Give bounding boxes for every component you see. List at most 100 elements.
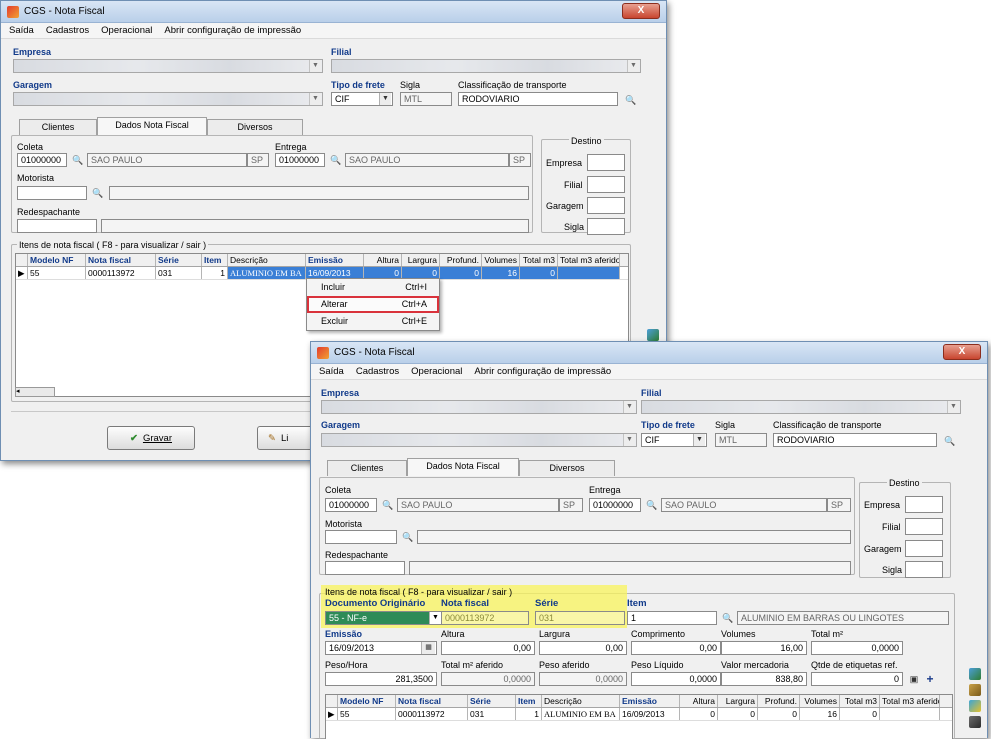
col-altura[interactable]: Altura	[680, 695, 718, 707]
filial-select[interactable]: ▼	[331, 59, 641, 73]
tab-diversos[interactable]: Diversos	[519, 460, 615, 476]
destino-sigla-field[interactable]	[905, 561, 943, 578]
tab-dados-nota-fiscal[interactable]: Dados Nota Fiscal	[97, 117, 207, 135]
binoculars-icon[interactable]: 🔍	[943, 434, 957, 448]
destino-empresa-field[interactable]	[587, 154, 625, 171]
title-bar[interactable]: CGS - Nota Fiscal X	[1, 1, 666, 23]
menu-cadastros[interactable]: Cadastros	[354, 366, 401, 377]
col-altura[interactable]: Altura	[364, 254, 402, 266]
col-total-m3[interactable]: Total m3	[840, 695, 880, 707]
menu-operacional[interactable]: Operacional	[409, 366, 464, 377]
col-emissao[interactable]: Emissão	[620, 695, 680, 707]
menu-operacional[interactable]: Operacional	[99, 25, 154, 36]
coleta-cep-field[interactable]: 01000000	[325, 498, 377, 512]
menu-saida[interactable]: Saída	[317, 366, 346, 377]
limpar-button[interactable]: ✎ Li	[257, 426, 317, 450]
col-modelo-nf[interactable]: Modelo NF	[28, 254, 86, 266]
coleta-cep-field[interactable]: 01000000	[17, 153, 67, 167]
classificacao-field[interactable]: RODOVIARIO	[458, 92, 618, 106]
doc-originario-select[interactable]: 55 - NF-e ▼	[325, 611, 443, 625]
tab-diversos[interactable]: Diversos	[207, 119, 303, 135]
globe-icon[interactable]	[969, 668, 981, 680]
garagem-select[interactable]: ▼	[13, 92, 323, 106]
tipo-frete-select[interactable]: CIF ▼	[641, 433, 707, 447]
destino-filial-field[interactable]	[905, 518, 943, 535]
altura-field[interactable]: 0,00	[441, 641, 535, 655]
col-profund[interactable]: Profund.	[440, 254, 482, 266]
col-descricao[interactable]: Descrição	[228, 254, 306, 266]
binoculars-icon[interactable]: 🔍	[721, 611, 735, 625]
col-descricao[interactable]: Descrição	[542, 695, 620, 707]
peso-hora-field[interactable]: 281,3500	[325, 672, 437, 686]
motorista-code-field[interactable]	[325, 530, 397, 544]
col-total-m3-aferido[interactable]: Total m3 aferido	[558, 254, 620, 266]
col-largura[interactable]: Largura	[402, 254, 440, 266]
col-item[interactable]: Item	[202, 254, 228, 266]
total-m2-field[interactable]: 0,0000	[811, 641, 903, 655]
horizontal-scrollbar[interactable]: ◂	[15, 387, 55, 397]
calendar-icon[interactable]: ▦	[421, 642, 435, 654]
print-icon[interactable]: ▣	[907, 672, 921, 686]
col-profund[interactable]: Profund.	[758, 695, 800, 707]
col-serie[interactable]: Série	[156, 254, 202, 266]
refresh-icon[interactable]	[969, 700, 981, 712]
globe-icon[interactable]	[647, 329, 659, 341]
peso-liquido-field[interactable]: 0,0000	[631, 672, 721, 686]
menu-item-excluir[interactable]: Excluir Ctrl+E	[307, 313, 439, 330]
empresa-select[interactable]: ▼	[321, 400, 637, 414]
add-icon[interactable]: +	[923, 672, 937, 686]
empresa-select[interactable]: ▼	[13, 59, 323, 73]
filial-select[interactable]: ▼	[641, 400, 961, 414]
qtde-etiquetas-field[interactable]: 0	[811, 672, 903, 686]
tipo-frete-select[interactable]: CIF ▼	[331, 92, 393, 106]
col-emissao[interactable]: Emissão	[306, 254, 364, 266]
volumes-field[interactable]: 16,00	[721, 641, 807, 655]
binoculars-icon[interactable]: 🔍	[329, 153, 343, 167]
table-row[interactable]: ▶ 55 0000113972 031 1 ALUMINIO EM BA 16/…	[326, 708, 952, 721]
col-item[interactable]: Item	[516, 695, 542, 707]
comprimento-field[interactable]: 0,00	[631, 641, 721, 655]
folder-icon[interactable]	[969, 684, 981, 696]
binoculars-icon[interactable]: 🔍	[401, 530, 415, 544]
destino-filial-field[interactable]	[587, 176, 625, 193]
serie-field[interactable]: 031	[535, 611, 625, 625]
itens-grid[interactable]: Modelo NF Nota fiscal Série Item Descriç…	[325, 694, 953, 739]
binoculars-icon[interactable]: 🔍	[381, 498, 395, 512]
menu-item-alterar[interactable]: Alterar Ctrl+A	[307, 296, 439, 313]
nota-fiscal-field[interactable]: 0000113972	[441, 611, 529, 625]
binoculars-icon[interactable]: 🔍	[645, 498, 659, 512]
col-volumes[interactable]: Volumes	[482, 254, 520, 266]
binoculars-icon[interactable]: 🔍	[91, 186, 105, 200]
col-total-m3[interactable]: Total m3	[520, 254, 558, 266]
item-field[interactable]: 1	[627, 611, 717, 625]
entrega-cep-field[interactable]: 01000000	[589, 498, 641, 512]
destino-sigla-field[interactable]	[587, 218, 625, 235]
col-largura[interactable]: Largura	[718, 695, 758, 707]
emissao-field[interactable]: 16/09/2013 ▦	[325, 641, 437, 655]
menu-abrir-config[interactable]: Abrir configuração de impressão	[162, 25, 303, 36]
destino-garagem-field[interactable]	[587, 197, 625, 214]
garagem-select[interactable]: ▼	[321, 433, 637, 447]
col-serie[interactable]: Série	[468, 695, 516, 707]
redespachante-code-field[interactable]	[17, 219, 97, 233]
entrega-cep-field[interactable]: 01000000	[275, 153, 325, 167]
col-modelo-nf[interactable]: Modelo NF	[338, 695, 396, 707]
gravar-button[interactable]: ✔ Gravar	[107, 426, 195, 450]
menu-saida[interactable]: Saída	[7, 25, 36, 36]
classificacao-field[interactable]: RODOVIARIO	[773, 433, 937, 447]
largura-field[interactable]: 0,00	[539, 641, 627, 655]
tab-clientes[interactable]: Clientes	[327, 460, 407, 476]
menu-cadastros[interactable]: Cadastros	[44, 25, 91, 36]
col-nota-fiscal[interactable]: Nota fiscal	[396, 695, 468, 707]
valor-mercadoria-field[interactable]: 838,80	[721, 672, 807, 686]
tab-clientes[interactable]: Clientes	[19, 119, 97, 135]
col-nota-fiscal[interactable]: Nota fiscal	[86, 254, 156, 266]
tools-icon[interactable]	[969, 716, 981, 728]
tab-dados-nota-fiscal[interactable]: Dados Nota Fiscal	[407, 458, 519, 476]
col-total-m3-aferido[interactable]: Total m3 aferido	[880, 695, 940, 707]
destino-empresa-field[interactable]	[905, 496, 943, 513]
binoculars-icon[interactable]: 🔍	[624, 93, 638, 107]
menu-item-incluir[interactable]: Incluir Ctrl+I	[307, 279, 439, 296]
close-button[interactable]: X	[943, 344, 981, 360]
motorista-code-field[interactable]	[17, 186, 87, 200]
